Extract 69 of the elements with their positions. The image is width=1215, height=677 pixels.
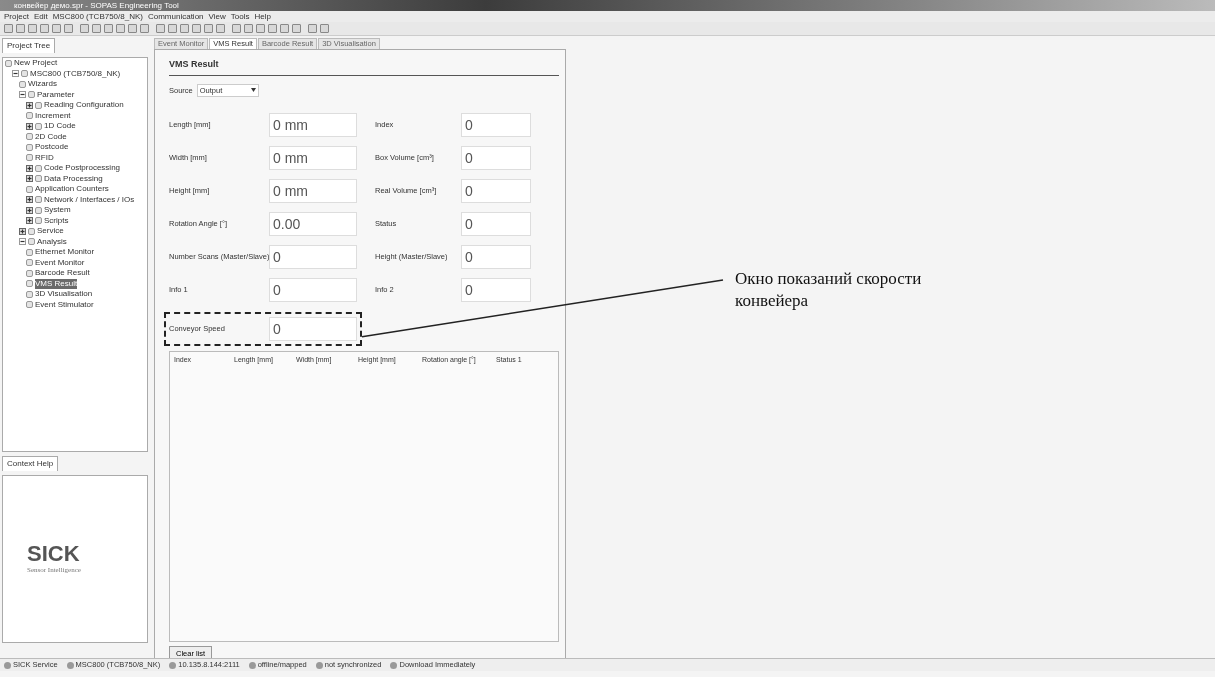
value-field[interactable]: 0 mm — [269, 178, 357, 203]
tree-item[interactable]: Network / Interfaces / IOs — [44, 194, 135, 205]
tree-item[interactable]: Parameter — [37, 89, 75, 100]
value-field[interactable]: 0 — [461, 277, 531, 302]
tree-item[interactable]: 2D Code — [35, 131, 67, 142]
menu-item[interactable]: Project — [4, 11, 29, 22]
tree-item[interactable]: VMS Result — [35, 278, 78, 289]
value-field[interactable]: 0 — [461, 211, 531, 236]
tree-item[interactable]: Reading Configuration — [44, 100, 124, 111]
tree-item[interactable]: MSC800 (TCB750/8_NK) — [30, 68, 121, 79]
collapse-icon[interactable] — [19, 238, 26, 246]
tree-item[interactable]: Increment — [35, 110, 71, 121]
logo: SICK — [27, 542, 81, 565]
value-field[interactable]: 0.00 — [269, 211, 357, 236]
tree-item[interactable]: 3D Visualisation — [35, 289, 93, 300]
status-icon — [248, 661, 256, 669]
tree-item[interactable]: RFID — [35, 152, 54, 163]
expand-icon[interactable] — [26, 217, 33, 225]
tree-item[interactable]: Event Monitor — [35, 257, 85, 268]
tree-item[interactable]: Scripts — [44, 215, 69, 226]
tree-item[interactable]: Wizards — [28, 79, 57, 90]
value-field[interactable]: 0 mm — [269, 145, 357, 170]
panel-tab[interactable]: Context Help — [2, 456, 59, 471]
menu-item[interactable]: Communication — [147, 11, 204, 22]
value-field[interactable]: 0 — [269, 316, 357, 341]
expand-icon[interactable] — [26, 164, 33, 172]
panel-title: VMS Result — [169, 58, 559, 76]
tree-item[interactable]: Barcode Result — [35, 268, 90, 279]
tree-item[interactable]: Ethernet Monitor — [35, 247, 95, 258]
tree-item[interactable]: Service — [37, 226, 64, 237]
expand-icon[interactable] — [19, 227, 26, 235]
value-field[interactable]: 0 — [461, 145, 531, 170]
annotation-text: Окно показаний скорости конвейера — [735, 268, 923, 312]
tree-item[interactable]: New Project — [14, 58, 58, 69]
tree-item[interactable]: Application Counters — [35, 184, 109, 195]
collapse-icon[interactable] — [12, 70, 19, 78]
status-icon — [4, 661, 11, 669]
expand-icon[interactable] — [26, 122, 33, 130]
expand-icon[interactable] — [26, 206, 33, 214]
tree-item[interactable]: 1D Code — [44, 121, 76, 132]
folder-icon — [5, 59, 12, 67]
value-field[interactable]: 0 mm — [269, 112, 357, 137]
window-title: конвейер демо.spr - SOPAS Engineering Tool — [0, 0, 1215, 11]
expand-icon[interactable] — [26, 101, 33, 109]
tree-item[interactable]: Postcode — [35, 142, 69, 153]
status-icon — [169, 661, 177, 669]
value-field[interactable]: 0 — [269, 277, 357, 302]
value-field[interactable]: 0 — [461, 178, 531, 203]
tree-item[interactable]: Code Postprocessing — [44, 163, 121, 174]
menu-item[interactable]: Edit — [33, 11, 48, 22]
expand-icon[interactable] — [26, 175, 33, 183]
collapse-icon[interactable] — [19, 91, 26, 99]
menu-item[interactable]: Help — [254, 11, 271, 22]
status-icon — [66, 661, 74, 669]
tree-item[interactable]: Analysis — [37, 236, 67, 247]
tree-item[interactable]: Data Processing — [44, 173, 103, 184]
value-field[interactable]: 0 — [269, 244, 357, 269]
caret-icon — [250, 88, 256, 93]
panel-tab[interactable]: Project Tree — [2, 38, 56, 53]
expand-icon[interactable] — [26, 196, 33, 204]
status-icon — [315, 661, 323, 669]
menu-item[interactable]: View — [208, 11, 226, 22]
tree-item[interactable]: System — [44, 205, 71, 216]
status-icon — [390, 661, 398, 669]
value-field[interactable]: 0 — [461, 244, 531, 269]
tree-item[interactable]: Event Stimulator — [35, 299, 94, 310]
menu-item[interactable]: Tools — [230, 11, 250, 22]
value-field[interactable]: 0 — [461, 112, 531, 137]
menu-item[interactable]: MSC800 (TCB750/8_NK) — [52, 11, 143, 22]
